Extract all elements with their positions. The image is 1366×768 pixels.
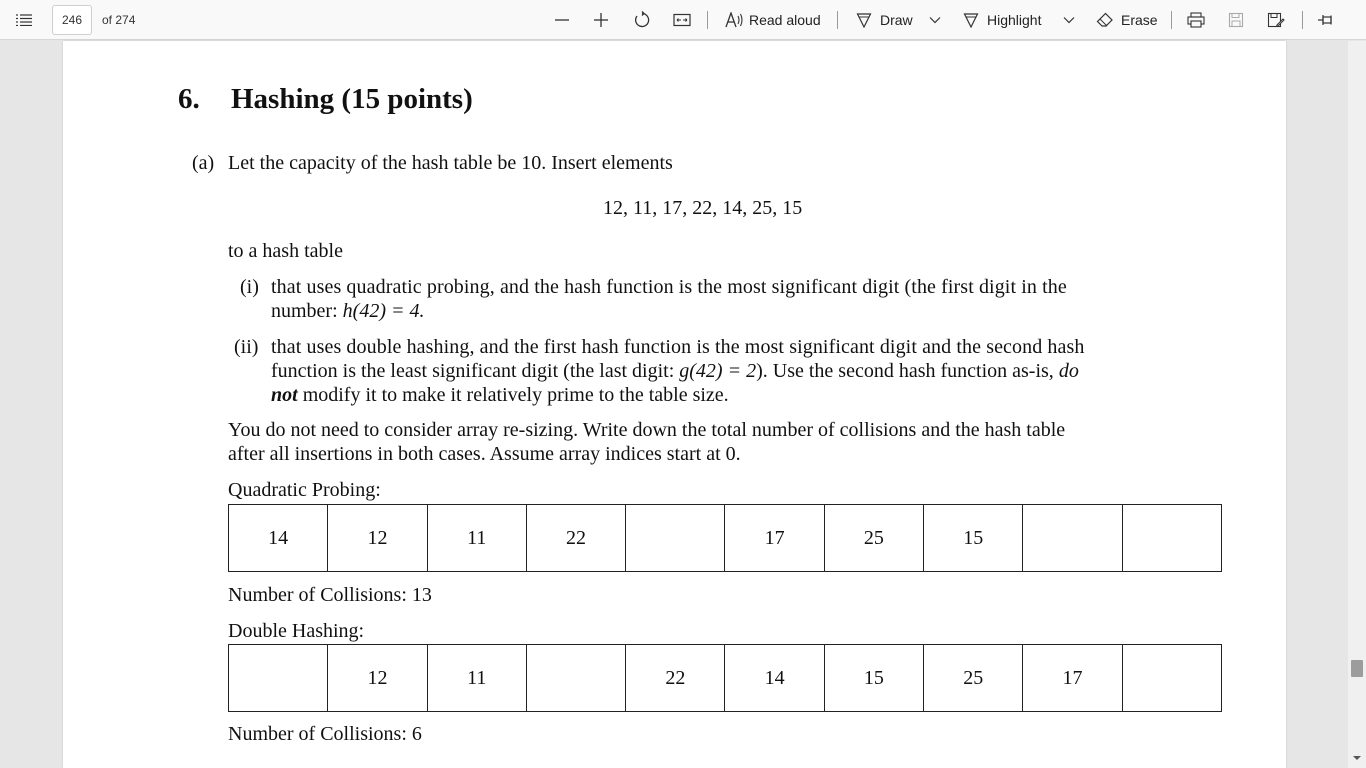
toolbar-separator: [837, 11, 838, 29]
item-ii-line3-text: modify it to make it relatively prime to…: [297, 384, 729, 406]
toolbar-separator: [1171, 11, 1172, 29]
pin-icon[interactable]: [1313, 8, 1339, 32]
chevron-down-icon[interactable]: [922, 8, 948, 32]
part-a-label: (a): [192, 152, 215, 174]
erase-button[interactable]: Erase: [1121, 12, 1158, 28]
table-cell: 22: [527, 505, 627, 571]
table-cell: [626, 505, 726, 571]
save-as-icon[interactable]: [1263, 8, 1289, 32]
table-cell: [229, 645, 329, 711]
erase-icon[interactable]: [1092, 8, 1118, 32]
table-cell: [1123, 505, 1221, 571]
table-cell: 14: [725, 645, 825, 711]
item-i-line2: number: h(42) = 4.: [271, 299, 424, 323]
item-ii-formula: g(42) = 2: [679, 360, 757, 382]
elements-list: 12, 11, 17, 22, 14, 25, 15: [603, 197, 803, 219]
read-aloud-icon[interactable]: [721, 8, 747, 32]
pdf-toolbar: 246 of 274 Read aloud Draw Highlight Era…: [0, 0, 1366, 40]
item-ii-line2: function is the least significant digit …: [271, 359, 1079, 383]
chevron-down-icon[interactable]: [1056, 8, 1082, 32]
page-number-input[interactable]: 246: [52, 5, 92, 35]
table-cell: [1023, 505, 1123, 571]
quadratic-collisions: Number of Collisions: 13: [228, 584, 432, 606]
vertical-scrollbar[interactable]: [1348, 41, 1366, 768]
draw-button[interactable]: Draw: [880, 12, 913, 28]
item-ii-strong: not: [271, 384, 298, 406]
zoom-in-icon[interactable]: [588, 8, 614, 32]
zoom-out-icon[interactable]: [549, 8, 575, 32]
table-cell: 17: [1023, 645, 1123, 711]
highlight-icon[interactable]: [958, 8, 984, 32]
scroll-down-arrow-icon[interactable]: [1352, 753, 1362, 763]
double-hash-table: 12 11 22 14 15 25 17: [228, 644, 1222, 712]
item-ii-emphasis: do: [1058, 360, 1079, 382]
scrollbar-thumb[interactable]: [1351, 660, 1363, 677]
table-cell: 14: [229, 505, 329, 571]
read-aloud-button[interactable]: Read aloud: [749, 12, 821, 28]
table-cell: 17: [725, 505, 825, 571]
table-cell: 12: [328, 505, 428, 571]
fit-page-icon[interactable]: [669, 8, 695, 32]
highlight-button[interactable]: Highlight: [987, 12, 1041, 28]
item-i-line1: that uses quadratic probing, and the has…: [271, 276, 1067, 298]
table-cell: [1123, 645, 1221, 711]
rotate-icon[interactable]: [629, 8, 655, 32]
toolbar-separator: [1302, 11, 1303, 29]
quadratic-probing-label: Quadratic Probing:: [228, 479, 381, 501]
item-i-line2-text: number:: [271, 300, 343, 322]
instructions-line2: after all insertions in both cases. Assu…: [228, 443, 741, 465]
double-hashing-label: Double Hashing:: [228, 620, 365, 642]
table-cell: 22: [626, 645, 726, 711]
item-i-formula: h(42) = 4.: [342, 300, 425, 322]
item-ii-line2-rest: ). Use the second hash function as-is,: [756, 360, 1059, 382]
table-cell: 25: [924, 645, 1024, 711]
part-a-text: Let the capacity of the hash table be 10…: [228, 152, 673, 174]
page-total: of 274: [102, 13, 136, 27]
toolbar-separator: [707, 11, 708, 29]
save-icon[interactable]: [1223, 8, 1249, 32]
item-ii-label: (ii): [234, 336, 259, 358]
table-cell: 11: [428, 505, 527, 571]
table-cell: [527, 645, 627, 711]
table-cell: 15: [825, 645, 925, 711]
item-i-label: (i): [240, 276, 259, 298]
draw-icon[interactable]: [851, 8, 877, 32]
quadratic-hash-table: 14 12 11 22 17 25 15: [228, 504, 1222, 572]
table-cell: 12: [328, 645, 428, 711]
item-ii-line3: not modify it to make it relatively prim…: [271, 383, 729, 407]
item-ii-line2-text: function is the least significant digit …: [271, 360, 680, 382]
to-hash-table: to a hash table: [228, 240, 343, 262]
item-ii-line1: that uses double hashing, and the first …: [271, 336, 1085, 358]
table-cell: 15: [924, 505, 1024, 571]
section-number: 6.: [178, 83, 200, 115]
print-icon[interactable]: [1183, 8, 1209, 32]
pdf-page: 6. Hashing (15 points) (a) Let the capac…: [63, 41, 1286, 768]
table-cell: 11: [428, 645, 527, 711]
section-title: Hashing (15 points): [231, 83, 473, 115]
table-cell: 25: [825, 505, 925, 571]
contents-icon[interactable]: [10, 8, 38, 32]
double-collisions: Number of Collisions: 6: [228, 723, 422, 745]
instructions-line1: You do not need to consider array re-siz…: [228, 419, 1066, 441]
